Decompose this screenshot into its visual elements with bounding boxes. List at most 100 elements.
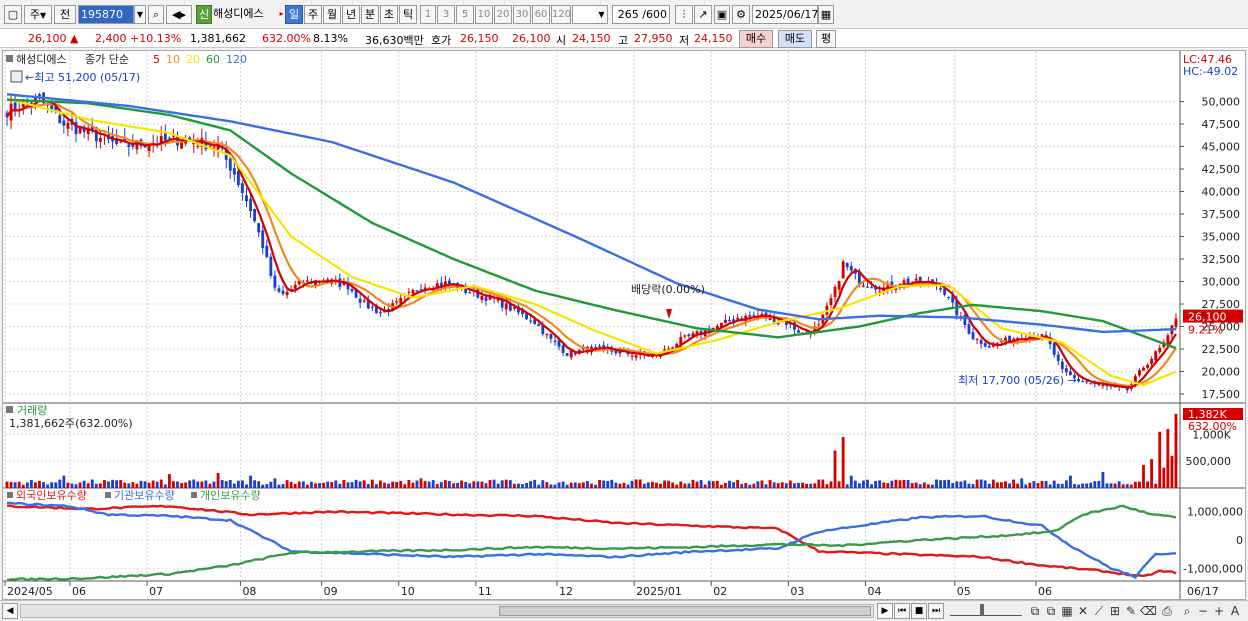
window-icon[interactable]: ▢: [4, 5, 22, 24]
volume-bar: [646, 482, 650, 488]
period-tab-tick[interactable]: 틱: [399, 5, 417, 24]
candle-body: [1052, 343, 1056, 355]
buy-button[interactable]: 매수: [739, 30, 773, 48]
volume-bar: [732, 482, 735, 488]
period-tab-day[interactable]: 일: [285, 5, 303, 24]
interval-120[interactable]: 120: [551, 5, 571, 24]
font-size-icon[interactable]: A: [1228, 603, 1242, 619]
sell-button[interactable]: 매도: [778, 30, 812, 48]
volume-bar: [285, 480, 289, 488]
x-last-label: 06/17: [1187, 585, 1219, 598]
volume-bar: [249, 475, 252, 488]
interval-3[interactable]: 3: [437, 5, 455, 24]
volume-bar: [768, 480, 772, 488]
interval-1[interactable]: 1: [420, 5, 436, 24]
high-annotation: ←최고 51,200 (05/17): [25, 71, 140, 84]
period-tab-minute[interactable]: 분: [361, 5, 379, 24]
chart-area[interactable]: 17,500 20,000 22,500 25,000 27,500 30,000 32,5…: [2, 50, 1246, 600]
volume-bar: [918, 484, 922, 488]
zoom-out-icon[interactable]: −: [1196, 603, 1210, 619]
volume-bar: [1101, 471, 1105, 488]
save-icon[interactable]: ▣: [714, 5, 730, 24]
candle-body: [98, 137, 102, 142]
volume-bar: [886, 483, 890, 488]
volume-bar: [902, 480, 906, 488]
volume-bar: [728, 480, 731, 488]
chart-canvas[interactable]: 17,50020,00022,50025,00027,50030,00032,5…: [3, 51, 1245, 599]
volume-bar: [805, 483, 809, 488]
code-dropdown-chevron-icon[interactable]: ▼: [134, 5, 146, 24]
period-tab-second[interactable]: 초: [380, 5, 398, 24]
volume-pct-label: 632.00%: [1188, 420, 1237, 433]
scrollbar-track[interactable]: [20, 604, 874, 618]
period-tab-week[interactable]: 주: [304, 5, 322, 24]
market-select[interactable]: 전: [54, 5, 76, 24]
volume-bar: [971, 484, 975, 488]
interval-10[interactable]: 10: [475, 5, 493, 24]
line-tool-icon[interactable]: ⟋: [1092, 603, 1106, 619]
x-tick-label: 06: [1038, 585, 1052, 598]
interval-30[interactable]: 30: [513, 5, 531, 24]
draw-tool-icon[interactable]: ↗: [694, 5, 712, 24]
volume-bar: [86, 483, 90, 488]
ma120-line: [6, 93, 1177, 334]
compare-icon[interactable]: ⧉: [1044, 603, 1058, 619]
date-input[interactable]: 2025/06/17: [752, 5, 818, 24]
candle-body: [1101, 385, 1105, 387]
zoom-slider-handle[interactable]: [980, 604, 984, 616]
scroll-right-button[interactable]: ▶: [877, 603, 893, 619]
volume-bar: [216, 473, 220, 488]
period-tab-year[interactable]: 년: [342, 5, 360, 24]
volume-bar: [947, 479, 951, 488]
grid-icon[interactable]: ▦: [1060, 603, 1074, 619]
volume-bar: [935, 479, 938, 488]
interval-60[interactable]: 60: [532, 5, 550, 24]
volume-bar: [1125, 484, 1129, 488]
volume-bar: [212, 481, 216, 488]
volume-bar: [744, 483, 748, 488]
candle-body: [350, 288, 354, 292]
scrollbar-thumb[interactable]: [499, 606, 871, 616]
stop-button[interactable]: ■: [911, 603, 927, 619]
candle-body: [273, 275, 277, 288]
pen-icon[interactable]: ✎: [1124, 603, 1138, 619]
volume-bar: [610, 479, 614, 488]
candle-body: [257, 223, 261, 233]
calendar-icon[interactable]: ▦: [818, 5, 834, 24]
scroll-left-button[interactable]: ◀: [2, 603, 18, 619]
stock-code-input[interactable]: 195870: [78, 5, 134, 24]
candle-body: [724, 319, 727, 323]
price-tick-label: 40,000: [1202, 186, 1241, 199]
candle-body: [1150, 358, 1154, 364]
volume-bar: [898, 480, 902, 488]
zoom-in-icon[interactable]: +: [1212, 603, 1226, 619]
zoom-slider[interactable]: [950, 604, 1022, 616]
evaluate-button[interactable]: 평: [816, 30, 836, 48]
interval-20[interactable]: 20: [494, 5, 512, 24]
eraser-icon[interactable]: ⌫: [1140, 603, 1157, 619]
volume-bar: [906, 480, 910, 488]
gear-icon[interactable]: ⚙: [732, 5, 750, 24]
crosshair-icon[interactable]: ✕: [1076, 603, 1090, 619]
volume-bar: [683, 483, 687, 488]
candle-type-icon[interactable]: ⫶: [675, 5, 693, 24]
volume-bar: [533, 479, 537, 488]
interval-5[interactable]: 5: [456, 5, 474, 24]
zoom-icon[interactable]: ⌕: [1180, 603, 1194, 619]
data-count-input[interactable]: 265 /600: [612, 5, 670, 24]
ruler-icon[interactable]: ⊞: [1108, 603, 1122, 619]
volume-bar: [1073, 483, 1076, 488]
rewind-button[interactable]: ⏮: [894, 603, 910, 619]
volume-bar: [736, 479, 740, 488]
period-tab-month[interactable]: 월: [323, 5, 341, 24]
speaker-icon[interactable]: ◀▸: [166, 5, 192, 24]
chart-type-select[interactable]: 주▼: [24, 5, 52, 24]
volume-bar: [305, 484, 309, 488]
custom-interval-chevron-icon[interactable]: ▼: [596, 5, 608, 24]
fast-forward-button[interactable]: ⏭: [928, 603, 944, 619]
volume-bar: [1020, 478, 1024, 488]
layout-icon[interactable]: ⧉: [1028, 603, 1042, 619]
x-tick-label: 10: [401, 585, 415, 598]
print-icon[interactable]: ⎙: [1160, 603, 1174, 619]
search-icon[interactable]: ⌕: [148, 5, 164, 24]
